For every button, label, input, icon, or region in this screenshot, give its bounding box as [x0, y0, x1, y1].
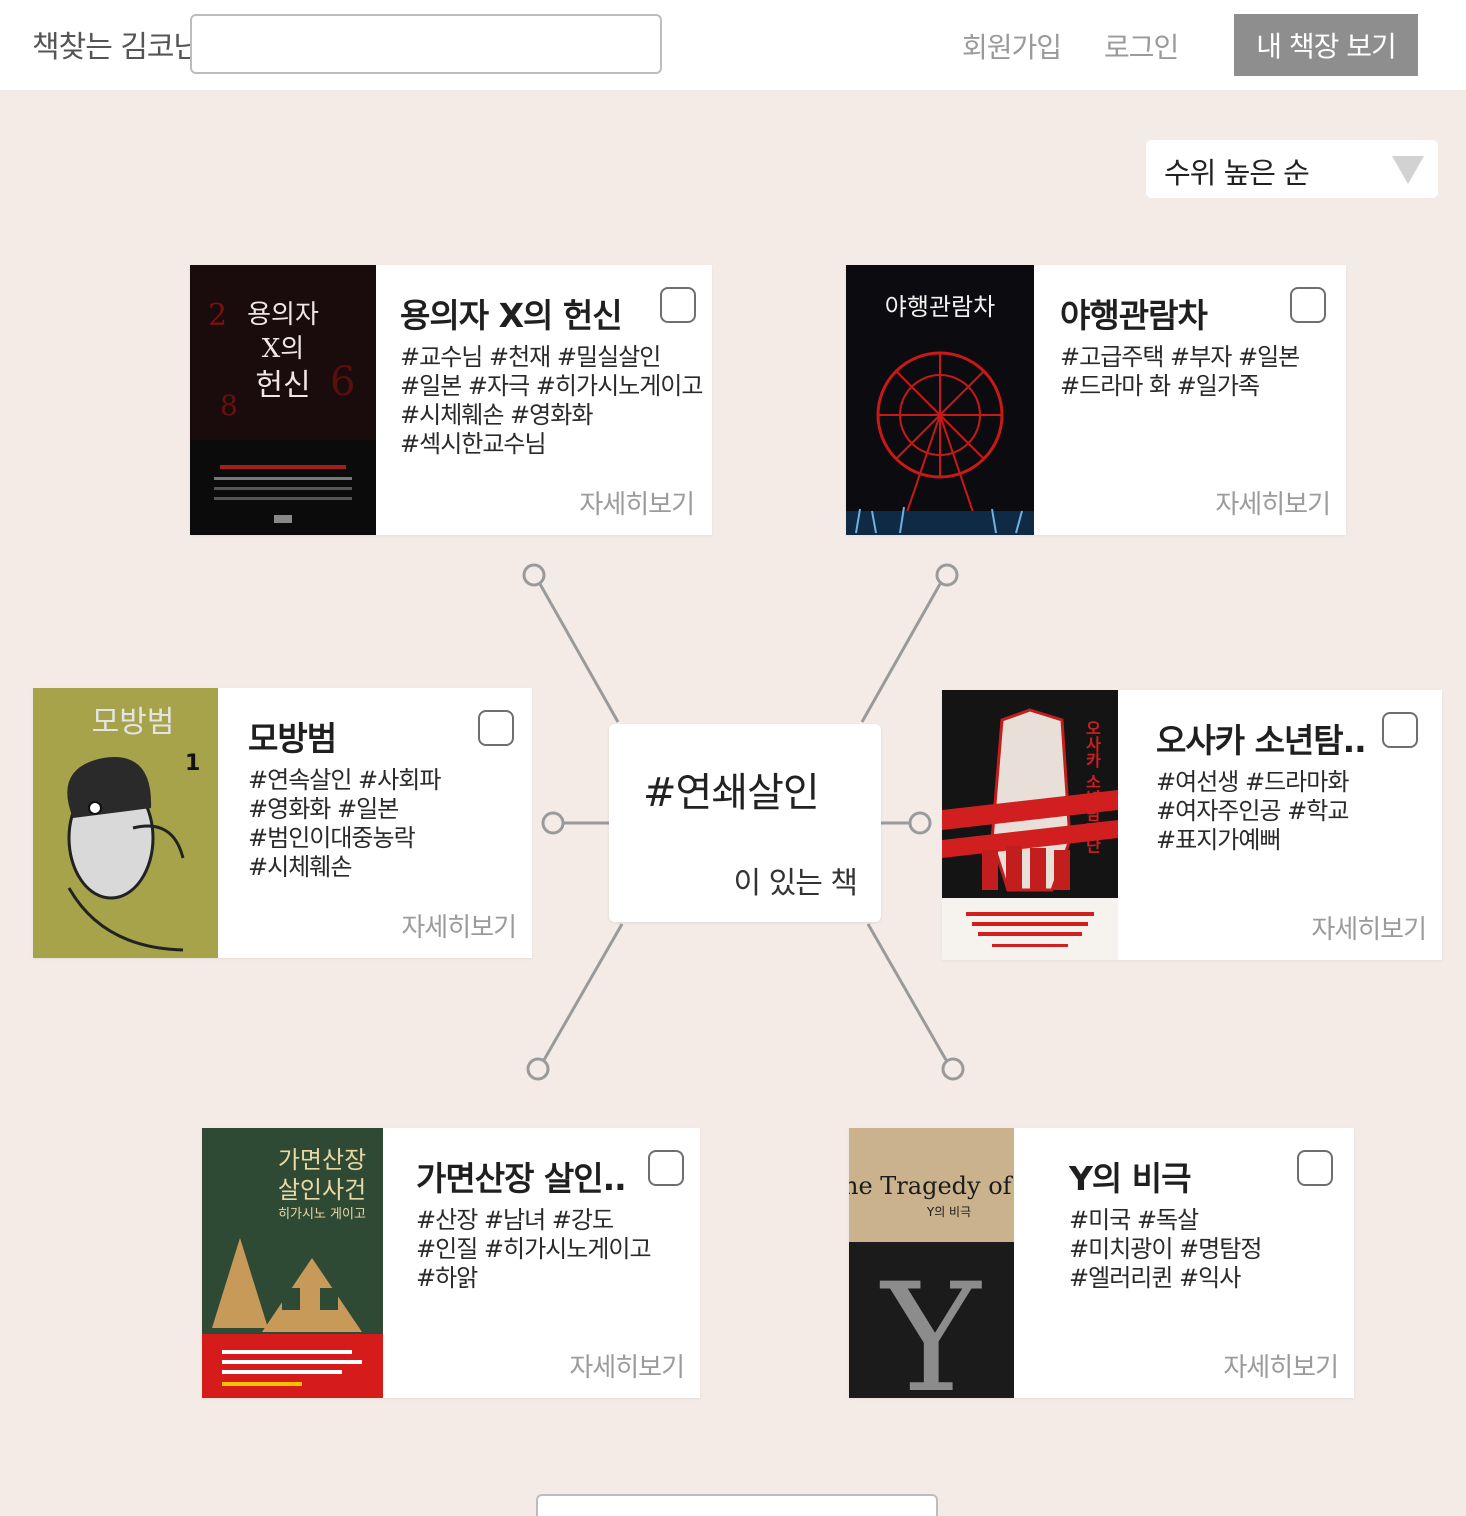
connector-bottom-right — [866, 923, 948, 1061]
tag-line: #여선생 #드라마화 — [1156, 768, 1349, 796]
tag-line: #엘러리퀸 #익사 — [1069, 1264, 1241, 1292]
tag-line: #시체훼손 — [248, 853, 352, 881]
svg-text:8: 8 — [220, 389, 238, 422]
connector-node — [541, 811, 565, 835]
tag-line: #표지가예뻐 — [1156, 826, 1282, 854]
svg-text:야행관람차: 야행관람차 — [885, 293, 995, 321]
book-tags: #산장 #남녀 #강도 #인질 #히가시노게이고 #하앍 — [416, 1206, 652, 1293]
select-checkbox[interactable] — [1297, 1150, 1333, 1186]
svg-text:Y의 비극: Y의 비극 — [926, 1205, 971, 1219]
svg-text:용의자: 용의자 — [247, 300, 319, 330]
signup-link[interactable]: 회원가입 — [962, 26, 1062, 66]
tag-line: #미치광이 #명탐정 — [1069, 1235, 1262, 1263]
book-card[interactable]: 야행관람차 야행관람차 #고급주택 #부자 #일본 #드라마 화 #일가족 자세… — [846, 265, 1346, 535]
tag-line: #교수님 #천재 #밀실살인 — [400, 343, 661, 371]
book-cover[interactable]: 2 6 8 용의자 X의 헌신 — [190, 265, 376, 535]
tag-line: #하앍 — [416, 1264, 478, 1292]
hub-tag-label: #연쇄살인 — [643, 770, 820, 816]
book-tags: #미국 #독살 #미치광이 #명탐정 #엘러리퀸 #익사 — [1069, 1206, 1262, 1293]
book-card[interactable]: 2 6 8 용의자 X의 헌신 용의자 X의 헌신 #교수님 #천재 #밀실살인… — [190, 265, 712, 535]
book-card[interactable]: 가면산장 살인사건 히가시노 게이고 가면산장 살인.. #산장 #남녀 #강도… — [202, 1128, 700, 1398]
connector-node — [935, 563, 959, 587]
select-checkbox[interactable] — [660, 287, 696, 323]
book-card[interactable]: The Tragedy of Y Y의 비극 Y Y의 비극 #미국 #독살 #… — [849, 1128, 1354, 1398]
details-link[interactable]: 자세히보기 — [579, 484, 695, 521]
details-link[interactable]: 자세히보기 — [1311, 909, 1427, 946]
tag-line: #여자주인공 #학교 — [1156, 797, 1349, 825]
svg-text:2: 2 — [208, 298, 227, 333]
tag-line: #산장 #남녀 #강도 — [416, 1206, 614, 1234]
my-bookshelf-button[interactable]: 내 책장 보기 — [1234, 14, 1418, 76]
svg-text:6: 6 — [330, 359, 355, 405]
book-cover[interactable]: The Tragedy of Y Y의 비극 Y — [849, 1128, 1014, 1398]
tag-line: #드라마 화 #일가족 — [1060, 372, 1260, 400]
svg-text:살인사건: 살인사건 — [278, 1176, 366, 1204]
book-card[interactable]: 오사카 소년탐정단 오사카 소년탐.. #여선생 #드라마화 #여자주인공 #학… — [942, 690, 1442, 960]
connector-top-right — [860, 583, 942, 723]
tag-line: #영화화 #일본 — [248, 795, 399, 823]
connector-top-left — [538, 583, 620, 723]
dropdown-arrow-icon — [1392, 156, 1424, 184]
connector-node — [522, 563, 546, 587]
book-title: 모방범 — [248, 719, 337, 758]
book-cover[interactable]: 오사카 소년탐정단 — [942, 690, 1118, 960]
connector-node — [908, 811, 932, 835]
book-title: 용의자 X의 헌신 — [400, 296, 623, 335]
svg-text:1: 1 — [185, 751, 200, 776]
center-tag-hub: #연쇄살인 이 있는 책 — [609, 724, 881, 922]
book-title: 가면산장 살인.. — [416, 1159, 627, 1198]
book-tags: #연속살인 #사회파 #영화화 #일본 #범인이대중농락 #시체훼손 — [248, 766, 441, 882]
tag-line: #시체훼손 #영화화 — [400, 401, 593, 429]
svg-text:Y: Y — [879, 1252, 982, 1398]
brand-logo[interactable]: 책찾는 김코난 — [32, 22, 201, 66]
svg-text:헌신: 헌신 — [255, 368, 310, 403]
select-checkbox[interactable] — [478, 710, 514, 746]
details-link[interactable]: 자세히보기 — [1215, 484, 1331, 521]
book-tags: #고급주택 #부자 #일본 #드라마 화 #일가족 — [1060, 343, 1300, 401]
connector-bottom-left — [542, 923, 624, 1061]
book-title: 야행관람차 — [1060, 296, 1208, 335]
svg-text:The Tragedy of Y: The Tragedy of Y — [849, 1172, 1014, 1200]
svg-text:모방범: 모방범 — [92, 705, 175, 740]
book-tags: #교수님 #천재 #밀실살인 #일본 #자극 #히가시노게이고 #시체훼손 #영… — [400, 343, 703, 459]
tag-line: #범인이대중농락 — [248, 824, 416, 852]
book-title: Y의 비극 — [1069, 1159, 1191, 1198]
sort-dropdown[interactable]: 수위 높은 순 — [1146, 140, 1438, 198]
select-checkbox[interactable] — [1290, 287, 1326, 323]
book-title: 오사카 소년탐.. — [1156, 721, 1367, 760]
hub-subtitle: 이 있는 책 — [733, 866, 858, 901]
connector-node — [526, 1057, 550, 1081]
svg-text:히가시노 게이고: 히가시노 게이고 — [278, 1207, 366, 1222]
login-link[interactable]: 로그인 — [1104, 26, 1179, 66]
top-header: 책찾는 김코난 회원가입 로그인 내 책장 보기 — [0, 0, 1466, 90]
tag-line: #일본 #자극 #히가시노게이고 — [400, 372, 703, 400]
sort-selected-value: 수위 높은 순 — [1164, 156, 1310, 190]
search-input[interactable] — [190, 14, 662, 74]
tag-line: #섹시한교수님 — [400, 430, 547, 458]
tag-line: #연속살인 #사회파 — [248, 766, 441, 794]
book-cover[interactable]: 가면산장 살인사건 히가시노 게이고 — [202, 1128, 383, 1398]
connector-node — [941, 1057, 965, 1081]
tag-line: #고급주택 #부자 #일본 — [1060, 343, 1300, 371]
select-checkbox[interactable] — [1382, 712, 1418, 748]
svg-text:오사카 소년탐정단: 오사카 소년탐정단 — [1083, 720, 1102, 854]
tag-line: #인질 #히가시노게이고 — [416, 1235, 652, 1263]
load-more-box[interactable] — [536, 1494, 938, 1516]
book-tags: #여선생 #드라마화 #여자주인공 #학교 #표지가예뻐 — [1156, 768, 1349, 855]
details-link[interactable]: 자세히보기 — [569, 1347, 685, 1384]
tag-line: #미국 #독살 — [1069, 1206, 1199, 1234]
details-link[interactable]: 자세히보기 — [401, 907, 517, 944]
svg-text:가면산장: 가면산장 — [278, 1146, 366, 1174]
details-link[interactable]: 자세히보기 — [1223, 1347, 1339, 1384]
svg-text:X의: X의 — [262, 334, 304, 364]
book-cover[interactable]: 야행관람차 — [846, 265, 1034, 535]
select-checkbox[interactable] — [648, 1150, 684, 1186]
book-card[interactable]: 모방범 1 모방범 #연속살인 #사회파 #영화화 #일본 #범인이대중농락 #… — [33, 688, 532, 958]
book-cover[interactable]: 모방범 1 — [33, 688, 218, 958]
